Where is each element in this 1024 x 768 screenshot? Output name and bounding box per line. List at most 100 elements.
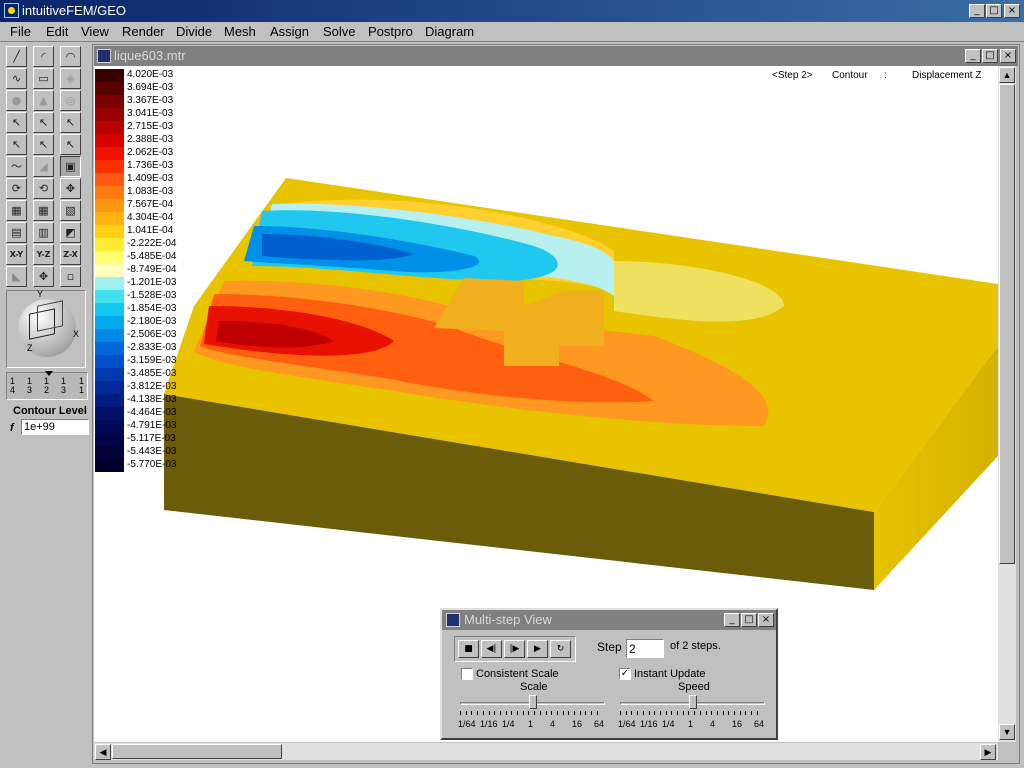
doc-minimize-button[interactable]: _ — [965, 49, 981, 63]
mesh-box-tool[interactable]: ▦ — [33, 200, 54, 221]
doc-maximize-button[interactable]: □ — [982, 49, 998, 63]
select-edge-tool[interactable]: ↖ — [33, 112, 54, 133]
sweep-tool[interactable]: 〜 — [6, 156, 27, 177]
legend-row: -4.138E-03 — [95, 394, 180, 407]
arc-tool[interactable]: ◜ — [33, 46, 54, 67]
contour-level-input[interactable] — [21, 419, 89, 435]
wire-tool[interactable]: ▥ — [33, 222, 54, 243]
legend-row: -5.770E-03 — [95, 459, 180, 472]
stop-button[interactable]: ■ — [458, 640, 479, 658]
section-box-tool[interactable]: ▧ — [60, 200, 81, 221]
surface-tool[interactable]: ◈ — [60, 68, 81, 89]
multistep-minimize-button[interactable]: _ — [724, 613, 740, 627]
contour-view-tool[interactable]: ▣ — [60, 156, 81, 177]
sphere-icon: ● — [11, 94, 22, 107]
step-selector[interactable]: 1 4 1 3 1 2 1 3 1 1 — [6, 371, 88, 400]
menu-postpro[interactable]: Postpro — [368, 24, 413, 40]
doc-close-button[interactable]: × — [1000, 49, 1016, 63]
menu-solve[interactable]: Solve — [323, 24, 356, 40]
multistep-minimize-icon: _ — [729, 614, 735, 625]
vertical-scroll-thumb[interactable] — [999, 84, 1015, 564]
legend-swatch — [95, 407, 124, 420]
spline-tool[interactable]: ∿ — [6, 68, 27, 89]
slider-tick — [579, 711, 581, 715]
horizontal-scrollbar[interactable]: ◀ ▶ — [94, 743, 998, 760]
select-curve-tool[interactable]: ↖ — [33, 134, 54, 155]
sweep-icon: 〜 — [11, 160, 22, 173]
maximize-button[interactable]: □ — [986, 4, 1002, 18]
rectangle-tool[interactable]: ▭ — [33, 68, 54, 89]
zx-plane-button[interactable]: Z-X — [60, 244, 81, 265]
menu-render[interactable]: Render — [122, 24, 165, 40]
step-forward-button[interactable]: |▶ — [504, 640, 525, 658]
extrude-tool[interactable]: ◢ — [33, 156, 54, 177]
step-back-button[interactable]: ◀| — [481, 640, 502, 658]
minimize-button[interactable]: _ — [969, 4, 985, 18]
legend-swatch — [95, 394, 124, 407]
legend-row: 3.041E-03 — [95, 108, 180, 121]
menu-file[interactable]: File — [10, 24, 31, 40]
view-quantity-label: Displacement Z — [912, 70, 982, 81]
slider-tick — [751, 711, 753, 715]
shade-tool[interactable]: ◣ — [6, 266, 27, 287]
slider-tick — [711, 711, 713, 715]
clip-tool[interactable]: ◩ — [60, 222, 81, 243]
loop-button[interactable]: ↻ — [550, 640, 571, 658]
cone-tool[interactable]: ▲ — [33, 90, 54, 111]
speed-slider-thumb[interactable] — [689, 695, 697, 709]
pan-tool[interactable]: ✥ — [60, 178, 81, 199]
line-tool[interactable]: ╱ — [6, 46, 27, 67]
menu-diagram[interactable]: Diagram — [425, 24, 474, 40]
rotate-x-tool[interactable]: ⟳ — [6, 178, 27, 199]
scroll-left-button[interactable]: ◀ — [95, 744, 111, 760]
slider-tick-label: 64 — [754, 719, 765, 729]
consistent-scale-checkbox[interactable] — [461, 668, 473, 680]
legend-swatch — [95, 108, 124, 121]
slider-tick — [471, 711, 473, 715]
menu-view[interactable]: View — [81, 24, 109, 40]
xy-plane-button[interactable]: X-Y — [6, 244, 27, 265]
slider-tick — [556, 711, 558, 715]
menu-mesh[interactable]: Mesh — [224, 24, 256, 40]
torus-tool[interactable]: ◎ — [60, 90, 81, 111]
legend-swatch — [95, 316, 124, 329]
sphere-tool[interactable]: ● — [6, 90, 27, 111]
scroll-down-button[interactable]: ▼ — [999, 724, 1015, 740]
grid-tool[interactable]: ▤ — [6, 222, 27, 243]
fit-view-tool[interactable]: ▫ — [60, 266, 81, 287]
menu-edit[interactable]: Edit — [46, 24, 68, 40]
menu-divide[interactable]: Divide — [176, 24, 212, 40]
menu-assign[interactable]: Assign — [270, 24, 309, 40]
play-button[interactable]: ▶ — [527, 640, 548, 658]
legend-label: 4.304E-04 — [127, 212, 174, 223]
legend-swatch — [95, 381, 124, 394]
vertical-scrollbar[interactable]: ▲ ▼ — [998, 66, 1016, 742]
step-selector-label-1: 1 4 — [10, 376, 16, 395]
scroll-up-button[interactable]: ▲ — [999, 67, 1015, 83]
multistep-maximize-button[interactable]: □ — [741, 613, 757, 627]
scroll-right-button[interactable]: ▶ — [980, 744, 996, 760]
select-face-tool[interactable]: ↖ — [60, 112, 81, 133]
rotate-y-tool[interactable]: ⟲ — [33, 178, 54, 199]
box-view-tool[interactable]: ▦ — [6, 200, 27, 221]
slider-tick-label: 16 — [572, 719, 583, 729]
select-point-tool[interactable]: ↖ — [6, 134, 27, 155]
slider-tick — [522, 711, 524, 715]
step-input[interactable] — [626, 639, 664, 658]
instant-update-checkbox[interactable]: ✓ — [619, 668, 631, 680]
select-solid-tool[interactable]: ↖ — [60, 134, 81, 155]
circle-arc-tool[interactable]: ◠ — [60, 46, 81, 67]
check-icon: ✓ — [620, 668, 630, 679]
yz-plane-button[interactable]: Y-Z — [33, 244, 54, 265]
slider-tick — [551, 711, 553, 715]
view-orientation-widget[interactable]: Y X Z — [6, 289, 86, 368]
doc-maximize-icon: □ — [985, 50, 995, 61]
legend-label: 3.694E-03 — [127, 82, 174, 93]
close-button[interactable]: × — [1004, 4, 1020, 18]
multistep-close-button[interactable]: × — [758, 613, 774, 627]
move-view-tool[interactable]: ✥ — [33, 266, 54, 287]
horizontal-scroll-thumb[interactable] — [112, 744, 282, 759]
scale-slider-thumb[interactable] — [529, 695, 537, 709]
select-tool[interactable]: ↖ — [6, 112, 27, 133]
legend-label: -2.833E-03 — [127, 342, 177, 353]
